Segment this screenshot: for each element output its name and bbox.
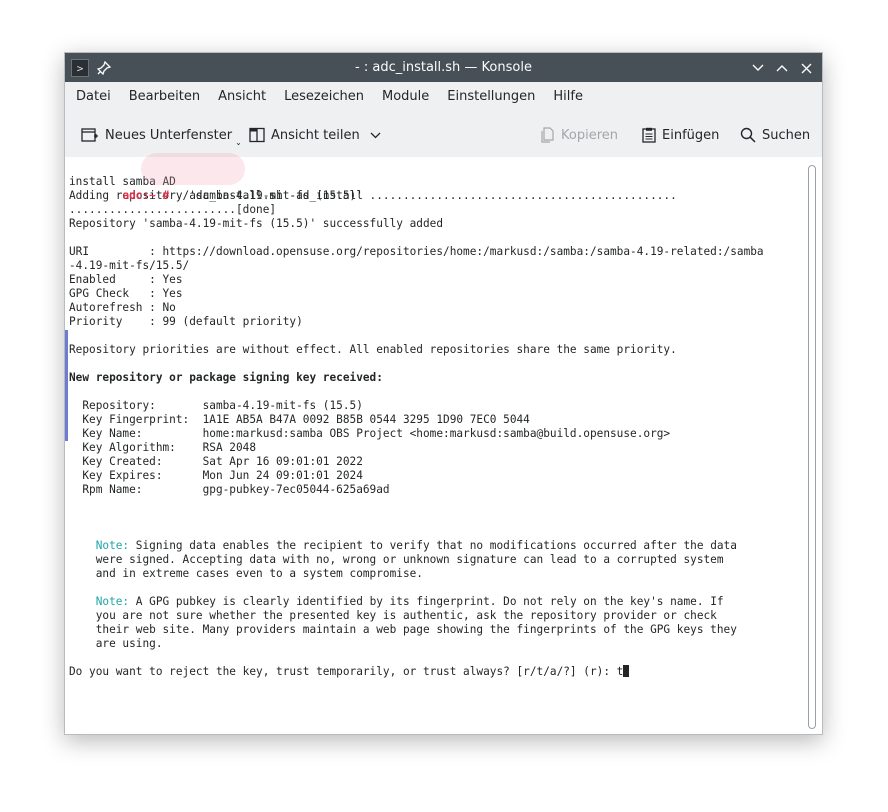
terminal-line: GPG Check : Yes	[69, 287, 183, 300]
scrollbar[interactable]	[808, 165, 816, 729]
terminal-line: Autorefresh : No	[69, 301, 176, 314]
split-view-label: Ansicht teilen	[271, 127, 360, 143]
dropdown-indicator-icon: ⌄	[235, 137, 242, 147]
copy-label: Kopieren	[561, 127, 618, 143]
terminal-line: Key Expires: Mon Jun 24 09:01:01 2024	[69, 469, 363, 482]
terminal-line: Repository: samba-4.19-mit-fs (15.5)	[69, 399, 363, 412]
terminal-line: Key Algorithm: RSA 2048	[69, 441, 257, 454]
menu-einstellungen[interactable]: Einstellungen	[438, 82, 544, 112]
terminal-line: Repository 'samba-4.19-mit-fs (15.5)' su…	[69, 217, 444, 230]
terminal-line: Enabled : Yes	[69, 273, 183, 286]
note-label: Note:	[95, 539, 130, 552]
terminal-output: adc:~ # ./adc_install.sh -ad_install ins…	[69, 153, 801, 679]
terminal-line: Key Name: home:markusd:samba OBS Project…	[69, 427, 671, 440]
chevron-up-icon[interactable]	[772, 58, 792, 78]
split-view-icon	[249, 127, 265, 143]
terminal-line: Repository priorities are without effect…	[69, 343, 677, 356]
chevron-down-icon[interactable]	[748, 58, 768, 78]
menu-module[interactable]: Module	[373, 82, 438, 112]
terminal-line: .........................[done]	[69, 203, 277, 216]
terminal-line: Note: Signing data enables the recipient…	[95, 539, 737, 552]
click-highlight	[141, 153, 245, 185]
title-bar[interactable]: > - : adc_install.sh — Konsole	[65, 53, 822, 82]
command-text: ./adc_install.sh -ad_install	[169, 189, 363, 202]
menu-datei[interactable]: Datei	[67, 82, 120, 112]
terminal-line: were signed. Accepting data with no, wro…	[69, 553, 724, 566]
terminal-line: Do you want to reject the key, trust tem…	[69, 665, 801, 679]
paste-label: Einfügen	[662, 127, 720, 143]
menu-hilfe[interactable]: Hilfe	[544, 82, 592, 112]
search-icon	[740, 127, 756, 143]
window-title: - : adc_install.sh — Konsole	[355, 60, 532, 75]
new-tab-button[interactable]: Neues Unterfenster ⌄	[81, 125, 245, 147]
new-tab-icon	[81, 127, 99, 143]
split-view-button[interactable]: Ansicht teilen	[249, 125, 381, 145]
menu-bearbeiten[interactable]: Bearbeiten	[120, 82, 209, 112]
close-icon[interactable]	[796, 58, 816, 78]
output-marker	[65, 330, 68, 441]
konsole-window: > - : adc_install.sh — Konsole Datei Bea…	[64, 52, 823, 735]
terminal-line: are using.	[69, 637, 163, 650]
terminal-line: Note: A GPG pubkey is clearly identified…	[95, 595, 724, 608]
prompt: adc:~ #	[122, 189, 170, 202]
terminal-line: URI : https://download.opensuse.org/repo…	[69, 245, 764, 258]
terminal-line: Rpm Name: gpg-pubkey-7ec05044-625a69ad	[69, 483, 390, 496]
search-label: Suchen	[762, 127, 811, 143]
copy-icon	[541, 127, 555, 143]
search-button[interactable]: Suchen	[740, 125, 810, 145]
paste-button[interactable]: Einfügen	[642, 125, 719, 145]
terminal-line: their web site. Many providers maintain …	[69, 623, 737, 636]
text-cursor	[623, 665, 630, 677]
menu-bar: Datei Bearbeiten Ansicht Lesezeichen Mod…	[65, 82, 822, 112]
new-tab-label: Neues Unterfenster	[105, 127, 233, 143]
terminal-line: -4.19-mit-fs/15.5/	[69, 259, 190, 272]
paste-icon	[642, 127, 656, 143]
terminal-line: Priority : 99 (default priority)	[69, 315, 303, 328]
copy-button[interactable]: Kopieren	[541, 125, 618, 145]
terminal-line: you are not sure whether the presented k…	[69, 609, 717, 622]
menu-lesezeichen[interactable]: Lesezeichen	[275, 82, 373, 112]
terminal-line: Key Created: Sat Apr 16 09:01:01 2022	[69, 455, 363, 468]
terminal-area[interactable]: adc:~ # ./adc_install.sh -ad_install ins…	[65, 153, 822, 734]
terminal-line: New repository or package signing key re…	[69, 371, 383, 384]
note-label: Note:	[95, 595, 130, 608]
toolbar: Neues Unterfenster ⌄ Ansicht teilen Kopi…	[65, 113, 822, 157]
menu-ansicht[interactable]: Ansicht	[209, 82, 275, 112]
prompt-line: adc:~ # ./adc_install.sh -ad_install	[69, 153, 801, 202]
terminal-line: and in extreme cases even to a system co…	[69, 567, 423, 580]
chevron-down-icon	[370, 132, 381, 139]
terminal-line: Key Fingerprint: 1A1E AB5A B47A 0092 B85…	[69, 413, 530, 426]
